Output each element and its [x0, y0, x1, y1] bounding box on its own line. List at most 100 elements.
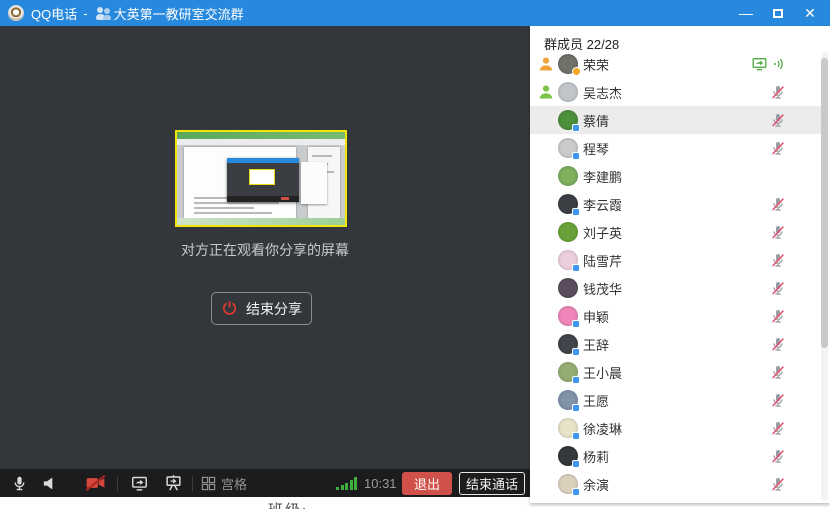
mobile-badge	[572, 152, 580, 160]
member-name: 刘子英	[583, 223, 622, 242]
background-document-text: 班级:	[268, 499, 308, 509]
member-role-slot	[538, 308, 558, 324]
member-name: 王小晨	[583, 363, 622, 382]
member-row[interactable]: 申颖	[530, 302, 822, 330]
member-row[interactable]: 王小晨	[530, 358, 822, 386]
member-name: 王辞	[583, 335, 609, 354]
member-avatar	[558, 362, 578, 382]
member-row[interactable]: 程琴	[530, 134, 822, 162]
member-status-icons[interactable]	[770, 246, 786, 274]
mobile-badge	[572, 404, 580, 412]
grid-view-button[interactable]: 宫格	[201, 472, 247, 494]
member-count-header: 群成员 22/28	[530, 26, 830, 50]
maximize-icon	[773, 9, 783, 18]
mic-muted-icon	[770, 252, 786, 268]
member-status-icons[interactable]	[770, 302, 786, 330]
member-status-icons[interactable]	[770, 414, 786, 442]
mobile-badge	[572, 376, 580, 384]
end-share-button[interactable]: 结束分享	[211, 292, 312, 325]
member-status-icons[interactable]	[770, 470, 786, 498]
member-row[interactable]: 徐凌琳	[530, 414, 822, 442]
exit-button[interactable]: 退出	[402, 472, 452, 495]
member-role-slot	[538, 112, 558, 128]
member-list: 荣荣 吴志杰 蔡倩 程琴	[530, 50, 822, 498]
member-name: 陆雪芹	[583, 251, 622, 270]
person-owner-icon	[538, 56, 554, 72]
share-preview-topbar	[177, 132, 345, 139]
webcam-icon	[8, 5, 24, 21]
member-row[interactable]: 余演	[530, 470, 822, 498]
mobile-badge	[572, 488, 580, 496]
microphone-button[interactable]	[8, 472, 30, 494]
minimize-button[interactable]: —	[732, 2, 760, 24]
whiteboard-button[interactable]	[162, 472, 184, 494]
sidebar-scrollbar[interactable]	[821, 52, 828, 501]
member-row[interactable]: 刘子英	[530, 218, 822, 246]
close-button[interactable]: ✕	[796, 2, 824, 24]
scrollbar-thumb[interactable]	[821, 58, 828, 348]
member-avatar	[558, 138, 578, 158]
call-main-panel: 对方正在观看你分享的屏幕 结束分享	[0, 26, 530, 469]
member-row[interactable]: 王愿	[530, 386, 822, 414]
power-icon	[221, 300, 238, 317]
member-row[interactable]: 李云霞	[530, 190, 822, 218]
member-name: 王愿	[583, 391, 609, 410]
member-status-icons[interactable]	[770, 274, 786, 302]
member-role-slot	[538, 56, 558, 72]
member-name: 钱茂华	[583, 279, 622, 298]
call-duration: 10:31	[364, 476, 397, 491]
qq-call-window: QQ电话 - 大英第一教研室交流群 — ✕	[0, 0, 830, 509]
member-status-icons[interactable]	[770, 106, 786, 134]
mobile-badge	[572, 432, 580, 440]
member-role-slot	[538, 392, 558, 408]
person-member-icon	[538, 84, 554, 100]
mic-muted-icon	[770, 280, 786, 296]
member-role-slot	[538, 168, 558, 184]
member-role-slot	[538, 448, 558, 464]
speaking-icon	[772, 56, 786, 72]
share-preview-window	[227, 158, 299, 202]
member-status-icons[interactable]	[770, 218, 786, 246]
member-status-icons[interactable]	[770, 78, 786, 106]
member-status-icons[interactable]	[770, 358, 786, 386]
grid-view-label: 宫格	[221, 474, 247, 493]
mic-muted-icon	[770, 476, 786, 492]
member-name: 杨莉	[583, 447, 609, 466]
member-sidebar: 群成员 22/28 荣荣 吴志杰 蔡倩	[530, 26, 830, 503]
member-row[interactable]: 荣荣	[530, 50, 822, 78]
member-avatar	[558, 82, 578, 102]
member-role-slot	[538, 364, 558, 380]
end-call-button[interactable]: 结束通话	[459, 472, 525, 495]
camera-off-button[interactable]	[84, 472, 106, 494]
member-row[interactable]: 陆雪芹	[530, 246, 822, 274]
member-status-icons[interactable]	[770, 442, 786, 470]
mobile-badge	[572, 264, 580, 272]
member-row[interactable]: 杨莉	[530, 442, 822, 470]
member-row[interactable]: 吴志杰	[530, 78, 822, 106]
member-status-icons[interactable]	[770, 386, 786, 414]
screen-share-button[interactable]	[128, 472, 150, 494]
member-status-icons[interactable]	[770, 190, 786, 218]
speaker-button[interactable]	[38, 472, 60, 494]
mic-muted-icon	[770, 196, 786, 212]
mobile-badge	[572, 320, 580, 328]
member-name: 徐凌琳	[583, 419, 622, 438]
member-role-slot	[538, 476, 558, 492]
share-preview-toolbar	[177, 139, 345, 145]
member-role-slot	[538, 280, 558, 296]
member-row[interactable]: 钱茂华	[530, 274, 822, 302]
member-avatar	[558, 278, 578, 298]
mic-muted-icon	[770, 308, 786, 324]
member-status-icons[interactable]	[751, 50, 786, 78]
member-row[interactable]: 李建鹏	[530, 162, 822, 190]
member-status-icons[interactable]	[770, 134, 786, 162]
member-avatar	[558, 166, 578, 186]
group-name: 大英第一教研室交流群	[114, 4, 244, 23]
member-row[interactable]: 王辞	[530, 330, 822, 358]
maximize-button[interactable]	[764, 2, 792, 24]
member-row[interactable]: 蔡倩	[530, 106, 822, 134]
mic-muted-icon	[770, 84, 786, 100]
screen-share-icon	[751, 56, 768, 72]
member-status-icons[interactable]	[770, 330, 786, 358]
member-avatar	[558, 446, 578, 466]
